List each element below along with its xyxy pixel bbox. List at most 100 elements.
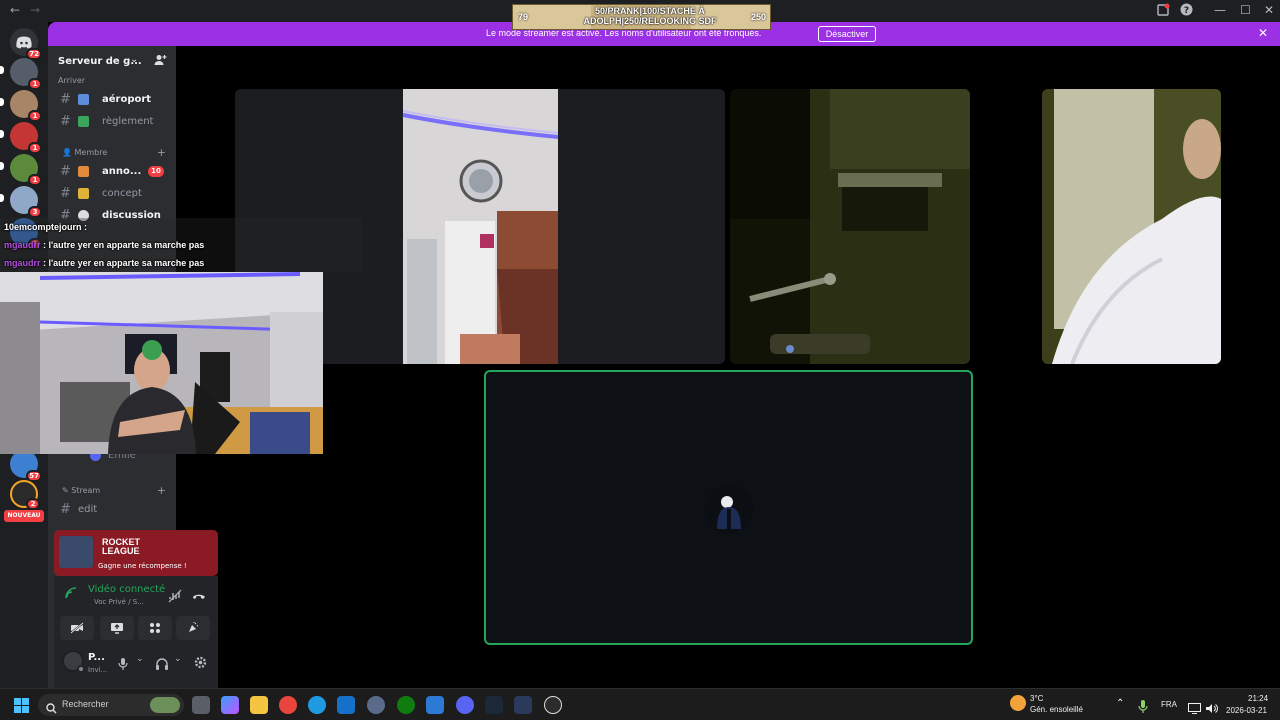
- steam-icon[interactable]: [485, 696, 503, 714]
- category-label: Membre: [74, 148, 108, 157]
- channel-aeroport[interactable]: # aéroport: [58, 90, 168, 110]
- add-user-icon[interactable]: [154, 54, 167, 69]
- voice-connection-panel: Vidéo connecté Voc Privé / S... P... Inv…: [54, 576, 218, 688]
- server-icon[interactable]: 57: [10, 450, 42, 482]
- channel-reglement[interactable]: # règlement: [58, 112, 168, 132]
- server-icon[interactable]: 1: [10, 154, 42, 186]
- inbox-icon[interactable]: [1156, 3, 1170, 20]
- screen-share-button[interactable]: [100, 616, 134, 640]
- chevron-down-icon[interactable]: ⌄: [174, 654, 182, 664]
- home-button[interactable]: 72: [10, 28, 42, 60]
- camera-off-button[interactable]: [60, 616, 94, 640]
- chevron-down-icon[interactable]: ⌄: [136, 654, 144, 664]
- channel-name: règlement: [102, 116, 154, 127]
- taskbar-search[interactable]: Rechercher: [38, 694, 184, 716]
- chrome-icon[interactable]: [279, 696, 297, 714]
- copilot-icon[interactable]: [221, 696, 239, 714]
- mail-icon[interactable]: [337, 696, 355, 714]
- soundboard-button[interactable]: [176, 616, 210, 640]
- search-icon: [46, 699, 57, 718]
- help-icon[interactable]: ?: [1180, 3, 1193, 19]
- network-icon[interactable]: [1188, 699, 1201, 718]
- channel-name: concept: [102, 188, 142, 199]
- clock-date[interactable]: 2026-03-21: [1226, 706, 1267, 715]
- hash-icon: #: [60, 92, 71, 107]
- channel-name: anno...: [102, 166, 142, 177]
- category-stream[interactable]: ✎ Stream: [62, 486, 100, 495]
- server-badge: 1: [28, 174, 42, 186]
- server-icon[interactable]: 2: [10, 480, 40, 510]
- discord-taskbar-icon[interactable]: [456, 696, 474, 714]
- windows-start-icon[interactable]: [14, 698, 29, 717]
- hash-icon: #: [60, 186, 71, 201]
- person-camera-feed: [1042, 89, 1221, 364]
- video-tile-person[interactable]: [1042, 89, 1221, 364]
- microphone-icon[interactable]: [118, 655, 128, 674]
- headphones-icon[interactable]: [156, 655, 168, 674]
- screen: ← → ? — ☐ ✕ 79 50/PRANK|100/STACHE À ADO…: [0, 0, 1280, 720]
- obs-icon[interactable]: [544, 696, 562, 714]
- server-icon[interactable]: 1: [10, 122, 42, 154]
- weather-temp[interactable]: 3°C: [1030, 694, 1043, 703]
- unread-pill: [0, 162, 4, 170]
- avatar[interactable]: [62, 650, 85, 673]
- chevron-up-icon[interactable]: ⌃: [1116, 698, 1124, 709]
- channel-concept[interactable]: # concept: [58, 184, 168, 204]
- maximize-button[interactable]: ☐: [1240, 3, 1251, 17]
- server-badge: 3: [28, 206, 42, 218]
- gear-icon[interactable]: [194, 654, 207, 673]
- disable-streamer-mode-button[interactable]: Désactiver: [818, 26, 876, 42]
- donation-goal-line-1: 50/PRANK|100/STACHE À: [595, 6, 705, 16]
- facecam-feed: [0, 272, 323, 454]
- disconnect-icon[interactable]: [192, 588, 206, 607]
- category-arriver[interactable]: Arriver: [58, 76, 85, 85]
- forward-arrow-icon[interactable]: →: [30, 3, 40, 17]
- settings-app-icon[interactable]: [367, 696, 385, 714]
- server-icon[interactable]: 1: [10, 90, 42, 122]
- chat-message: mgaudrr : l'autre yer en apparte sa marc…: [4, 240, 204, 250]
- user-status: Invi...: [88, 666, 108, 674]
- back-arrow-icon[interactable]: ←: [10, 3, 20, 17]
- chat-text: : l'autre yer en apparte sa marche pas: [40, 240, 205, 250]
- chevron-down-icon[interactable]: ⌄: [130, 54, 138, 65]
- task-view-icon[interactable]: [192, 696, 210, 714]
- noise-suppression-icon[interactable]: [168, 588, 182, 607]
- xbox-icon[interactable]: [397, 696, 415, 714]
- store-icon[interactable]: [426, 696, 444, 714]
- activities-button[interactable]: [138, 616, 172, 640]
- hash-icon: #: [60, 502, 71, 517]
- channel-name: aéroport: [102, 94, 152, 105]
- channel-edit[interactable]: # edit: [58, 500, 168, 520]
- server-header[interactable]: Serveur de g... ⌄: [48, 46, 176, 78]
- channel-annonces[interactable]: # anno... 10: [58, 162, 168, 182]
- category-membre[interactable]: 👤 Membre: [62, 148, 107, 157]
- server-icon[interactable]: 3: [10, 186, 42, 218]
- clock-time[interactable]: 21:24: [1248, 694, 1268, 703]
- microphone-tray-icon[interactable]: [1138, 698, 1148, 717]
- chat-text: : l'autre yer en apparte sa marche pas: [40, 258, 205, 268]
- minimize-button[interactable]: —: [1214, 3, 1226, 17]
- windows-taskbar: Rechercher 3°C Gén. ensoleillé ⌃ FRA 21:…: [0, 688, 1280, 720]
- unread-pill: [0, 66, 4, 74]
- server-icon[interactable]: 1: [10, 58, 42, 90]
- app-icon[interactable]: [514, 696, 532, 714]
- game-thumbnail: [59, 536, 93, 568]
- weather-sun-icon[interactable]: [1010, 695, 1026, 711]
- close-window-button[interactable]: ✕: [1264, 3, 1274, 17]
- video-tile-dark-room[interactable]: [730, 89, 970, 364]
- check-emoji-icon: [78, 116, 89, 127]
- add-channel-icon[interactable]: +: [157, 146, 166, 159]
- add-channel-icon[interactable]: +: [157, 484, 166, 497]
- signal-icon[interactable]: [64, 586, 78, 603]
- video-tile-speaking-user[interactable]: [484, 370, 973, 645]
- weather-desc[interactable]: Gén. ensoleillé: [1030, 705, 1083, 714]
- file-explorer-icon[interactable]: [250, 696, 268, 714]
- language-indicator[interactable]: FRA: [1161, 700, 1177, 709]
- donation-goal-widget: 79 50/PRANK|100/STACHE À ADOLPH|250/RELO…: [512, 4, 771, 30]
- edge-icon[interactable]: [308, 696, 326, 714]
- close-icon[interactable]: ✕: [1258, 26, 1268, 40]
- voice-location[interactable]: Voc Privé / S...: [94, 598, 144, 606]
- rocket-league-promo[interactable]: ROCKET LEAGUE Gagne une récompense !: [54, 530, 218, 576]
- volume-icon[interactable]: [1205, 699, 1218, 718]
- chat-message: mgaudrr : l'autre yer en apparte sa marc…: [4, 258, 204, 268]
